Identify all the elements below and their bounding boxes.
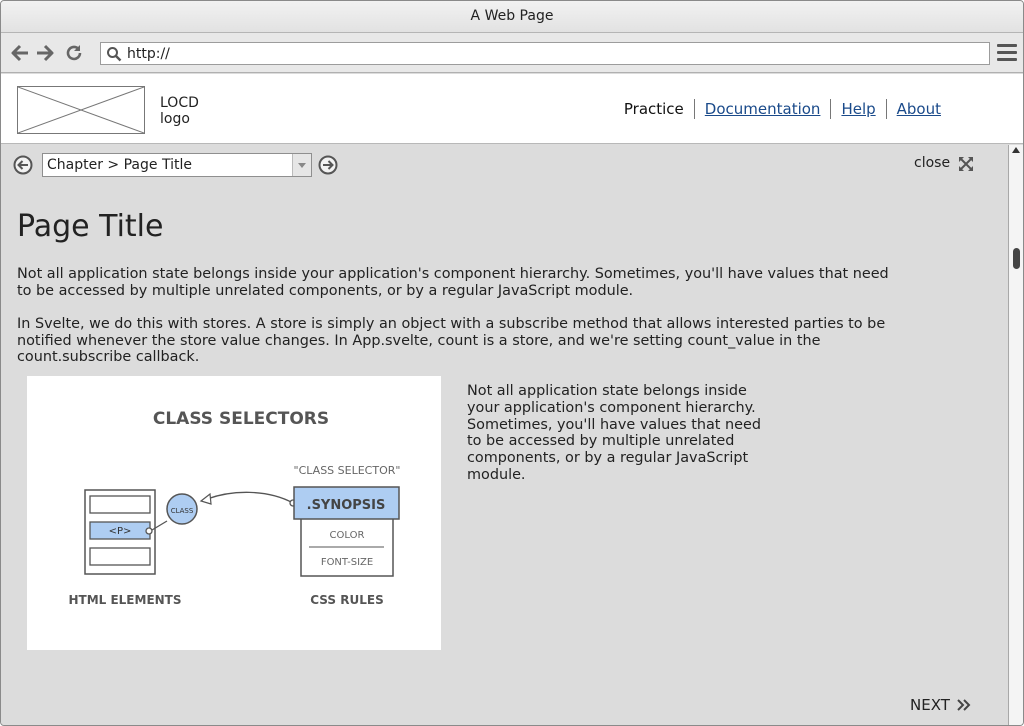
browser-toolbar bbox=[1, 33, 1023, 73]
selector-arrow bbox=[206, 491, 294, 504]
scroll-up-icon[interactable] bbox=[1012, 147, 1020, 153]
class-selector-label: "CLASS SELECTOR" bbox=[294, 464, 401, 477]
logo-line-2: logo bbox=[160, 111, 190, 127]
nav-documentation[interactable]: Documentation bbox=[705, 100, 821, 118]
class-selectors-diagram: CLASS SELECTORS "CLASS SELECTOR" <P> CLA… bbox=[27, 376, 441, 650]
browser-window: A Web Page LOCD logo Practice Documentat… bbox=[0, 0, 1024, 726]
circle-arrow-left-icon[interactable] bbox=[13, 155, 33, 175]
synopsis-label: .SYNOPSIS bbox=[307, 498, 386, 513]
logo-line-1: LOCD bbox=[160, 95, 199, 111]
p-tag-label: <P> bbox=[109, 526, 132, 537]
chapter-select[interactable]: Chapter > Page Title bbox=[42, 153, 312, 177]
forward-icon[interactable] bbox=[35, 43, 55, 63]
chevron-down-icon[interactable] bbox=[292, 154, 311, 176]
expand-icon[interactable] bbox=[958, 156, 974, 172]
circle-arrow-right-icon[interactable] bbox=[318, 155, 338, 175]
page-title: Page Title bbox=[17, 209, 164, 244]
double-chevron-right-icon bbox=[957, 699, 971, 711]
class-bubble-label: CLASS bbox=[171, 507, 194, 515]
close-button[interactable]: close bbox=[914, 155, 950, 171]
color-property: COLOR bbox=[330, 530, 365, 541]
top-navigation: Practice Documentation Help About bbox=[614, 99, 951, 119]
stores-paragraph: In Svelte, we do this with stores. A sto… bbox=[17, 316, 886, 365]
arrowhead bbox=[199, 492, 212, 505]
nav-practice[interactable]: Practice bbox=[614, 99, 694, 119]
element-slot bbox=[89, 495, 151, 514]
logo-placeholder bbox=[17, 86, 145, 134]
next-button[interactable]: NEXT bbox=[910, 696, 972, 714]
hamburger-menu-icon[interactable] bbox=[997, 44, 1017, 62]
window-title: A Web Page bbox=[1, 1, 1023, 33]
main-content: Chapter > Page Title close Page Title No… bbox=[1, 145, 1008, 725]
intro-paragraph: Not all application state belongs inside… bbox=[17, 266, 889, 299]
html-elements-label: HTML ELEMENTS bbox=[68, 593, 181, 607]
search-icon bbox=[107, 47, 122, 62]
font-size-property: FONT-SIZE bbox=[321, 557, 373, 568]
site-header: LOCD logo Practice Documentation Help Ab… bbox=[1, 74, 1023, 144]
scroll-thumb[interactable] bbox=[1013, 248, 1020, 269]
nav-about[interactable]: About bbox=[897, 100, 941, 118]
diagram-title: CLASS SELECTORS bbox=[153, 409, 329, 429]
address-bar[interactable] bbox=[100, 42, 990, 65]
connector-dot bbox=[145, 527, 153, 535]
url-input[interactable] bbox=[127, 43, 982, 64]
nav-help[interactable]: Help bbox=[841, 100, 875, 118]
side-text: Not all application state belongs inside… bbox=[467, 383, 761, 483]
reload-icon[interactable] bbox=[64, 43, 84, 63]
next-label: NEXT bbox=[910, 696, 950, 714]
logo-text: LOCD logo bbox=[160, 95, 199, 127]
back-icon[interactable] bbox=[10, 43, 30, 63]
css-rules-label: CSS RULES bbox=[310, 593, 383, 607]
element-slot bbox=[89, 547, 151, 566]
chapter-select-value: Chapter > Page Title bbox=[47, 157, 192, 173]
vertical-scrollbar[interactable] bbox=[1008, 145, 1023, 725]
